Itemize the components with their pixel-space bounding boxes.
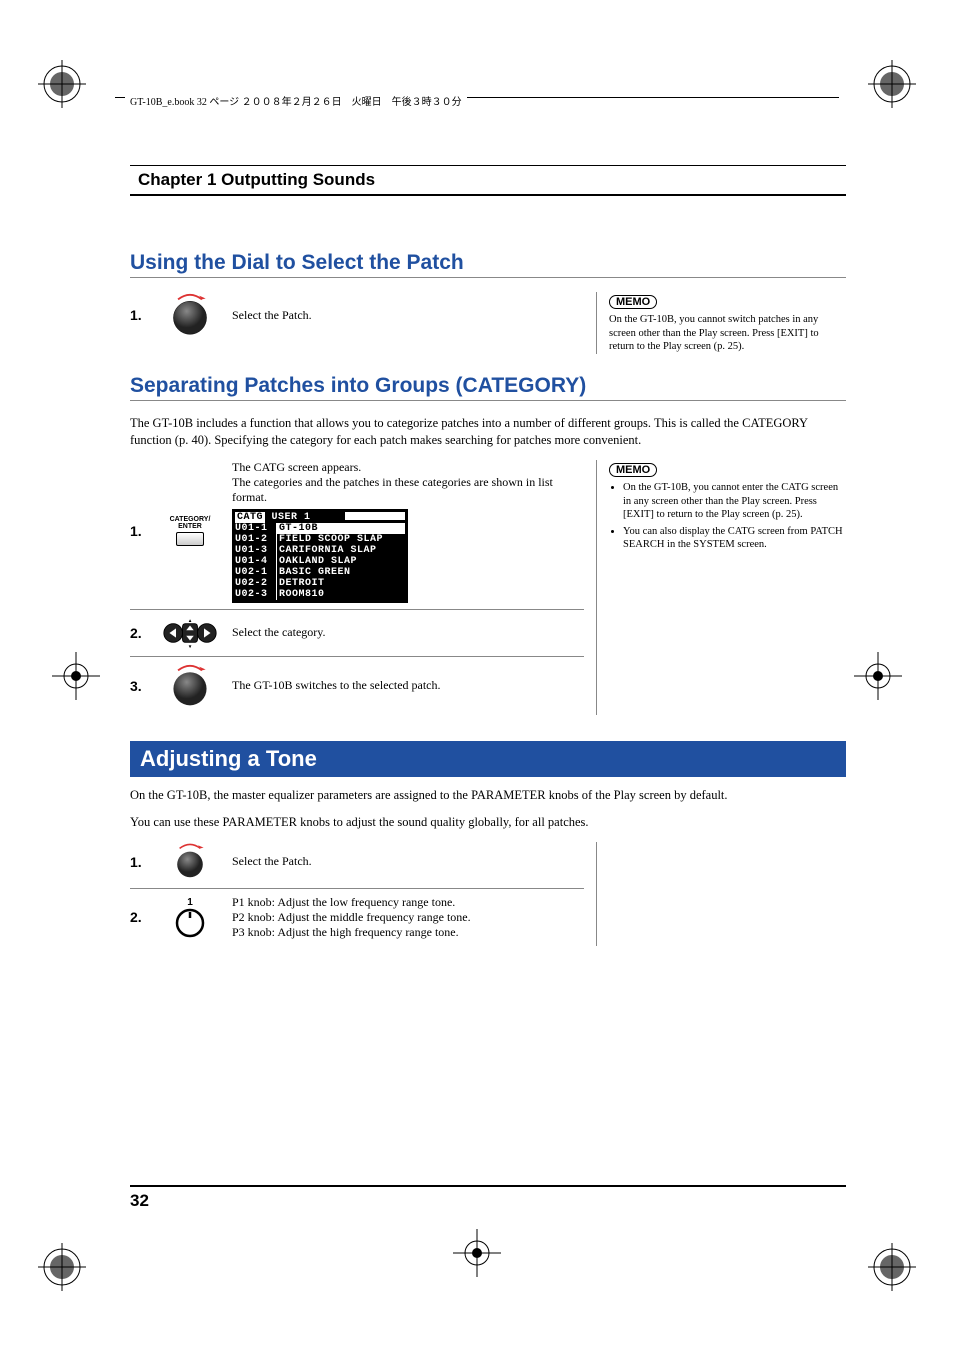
memo-text: On the GT-10B, you cannot switch patches… [609, 313, 846, 354]
banner-title-adjusting-tone: Adjusting a Tone [130, 741, 846, 777]
lcd-row: U01-4OAKLAND SLAP [235, 556, 405, 567]
section-title-category: Separating Patches into Groups (CATEGORY… [130, 374, 846, 401]
step-text: Select the Patch. [232, 854, 584, 869]
step-number: 3. [130, 678, 148, 694]
crop-mark-top-left [38, 60, 86, 108]
step-text: Select the category. [232, 625, 584, 640]
lcd-row: U01-3CARIFORNIA SLAP [235, 545, 405, 556]
section-intro: On the GT-10B, the master equalizer para… [130, 787, 846, 805]
lcd-row: U02-3ROOM810 [235, 589, 405, 600]
crop-mark-mid-right [854, 652, 902, 700]
crop-mark-mid-left [52, 652, 100, 700]
svg-text:▲: ▲ [188, 618, 193, 623]
section-intro: The GT-10B includes a function that allo… [130, 415, 846, 450]
step-text: Select the Patch. [232, 308, 584, 323]
category-enter-button-icon: CATEGORY/ ENTER [166, 516, 214, 546]
lcd-row: U01-1GT-10B [235, 523, 405, 534]
section-title-dial: Using the Dial to Select the Patch [130, 251, 846, 278]
step-number: 1. [130, 307, 148, 323]
crop-mark-bottom-left [38, 1243, 86, 1291]
lcd-row: U01-2FIELD SCOOP SLAP [235, 534, 405, 545]
memo-label: MEMO [609, 295, 657, 309]
cursor-buttons-icon: ▲ ▼ [162, 616, 218, 650]
step-number: 2. [130, 909, 148, 925]
memo-item: On the GT-10B, you cannot enter the CATG… [623, 481, 846, 522]
lcd-row: U02-2DETROIT [235, 578, 405, 589]
dial-icon [167, 663, 213, 709]
memo-label: MEMO [609, 463, 657, 477]
crop-mark-bottom-right [868, 1243, 916, 1291]
section-intro: You can use these PARAMETER knobs to adj… [130, 814, 846, 832]
crop-mark-mid-bottom [453, 1229, 501, 1277]
memo-item: You can also display the CATG screen fro… [623, 525, 846, 552]
dial-icon [170, 842, 210, 882]
svg-text:▼: ▼ [188, 644, 193, 649]
step-text: The CATG screen appears. The categories … [232, 460, 584, 505]
dial-icon [167, 292, 213, 338]
step-text: P1 knob: Adjust the low frequency range … [232, 895, 584, 940]
step-text: The GT-10B switches to the selected patc… [232, 678, 584, 693]
lcd-row: U02-1BASIC GREEN [235, 567, 405, 578]
lcd-screen: CATG USER 1 U01-1GT-10BU01-2FIELD SCOOP … [232, 509, 408, 603]
page-header-text: GT-10B_e.book 32 ページ ２００８年２月２６日 火曜日 午後３時… [125, 93, 467, 108]
chapter-header: Chapter 1 Outputting Sounds [130, 165, 846, 196]
step-number: 1. [130, 523, 148, 539]
step-number: 2. [130, 625, 148, 641]
page-number: 32 [130, 1185, 846, 1211]
knob-label: 1 [187, 897, 193, 908]
parameter-knob-icon [175, 908, 205, 938]
crop-mark-top-right [868, 60, 916, 108]
step-number: 1. [130, 854, 148, 870]
